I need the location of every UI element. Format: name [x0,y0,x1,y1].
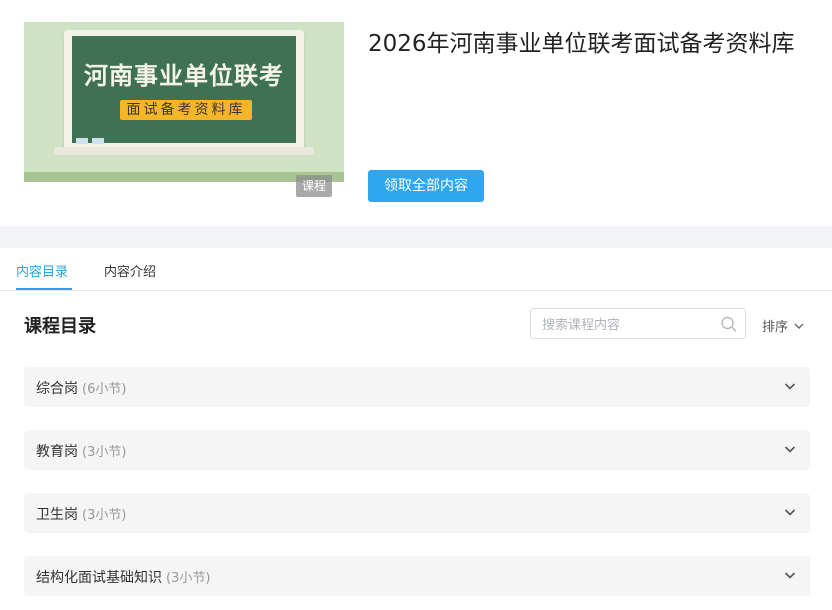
catalog-section-item[interactable]: 综合岗 (6小节) [24,367,810,407]
page-title: 2026年河南事业单位联考面试备考资料库 [368,31,795,57]
section-title-wrap: 卫生岗 (3小节) [36,504,126,524]
search-icon[interactable] [719,315,739,333]
cover-board-subtitle: 面试备考资料库 [120,100,252,120]
chalk-tray [54,147,314,155]
cover-board-title: 河南事业单位联考 [84,62,284,90]
section-name: 综合岗 [36,381,78,397]
section-name: 结构化面试基础知识 [36,570,162,586]
active-tab-indicator [16,288,72,290]
section-count: (3小节) [166,571,211,586]
section-divider [0,226,832,248]
sort-dropdown[interactable]: 排序 [762,316,804,335]
section-name: 卫生岗 [36,507,78,523]
tab-bar: 内容目录 内容介绍 [0,248,832,291]
chevron-down-icon[interactable] [784,571,796,580]
claim-all-button[interactable]: 领取全部内容 [368,170,484,202]
section-count: (6小节) [82,382,127,397]
course-cover-image[interactable]: 河南事业单位联考 面试备考资料库 [24,22,344,201]
tab-introduction[interactable]: 内容介绍 [104,261,156,280]
chevron-down-icon[interactable] [784,508,796,517]
course-type-tag: 课程 [296,175,332,197]
search-box [530,308,746,339]
search-input[interactable] [542,315,712,333]
chevron-down-icon[interactable] [784,445,796,454]
catalog-section-item[interactable]: 结构化面试基础知识 (3小节) [24,556,810,596]
section-name: 教育岗 [36,444,78,460]
chevron-down-icon[interactable] [784,382,796,391]
chalk-piece [76,138,88,144]
chalk-piece [92,138,104,144]
section-count: (3小节) [82,508,127,523]
catalog-title: 课程目录 [24,316,96,337]
section-title-wrap: 综合岗 (6小节) [36,378,126,398]
sort-label: 排序 [762,320,789,335]
catalog-section-item[interactable]: 卫生岗 (3小节) [24,493,810,533]
chevron-down-icon [794,323,804,329]
course-header: 河南事业单位联考 面试备考资料库 课程 2026年河南事业单位联考面试备考资料库… [0,0,832,226]
chalkboard: 河南事业单位联考 面试备考资料库 [72,36,296,143]
tab-catalog[interactable]: 内容目录 [16,261,68,280]
section-count: (3小节) [82,445,127,460]
section-title-wrap: 教育岗 (3小节) [36,441,126,461]
section-title-wrap: 结构化面试基础知识 (3小节) [36,567,210,587]
catalog-section-item[interactable]: 教育岗 (3小节) [24,430,810,470]
